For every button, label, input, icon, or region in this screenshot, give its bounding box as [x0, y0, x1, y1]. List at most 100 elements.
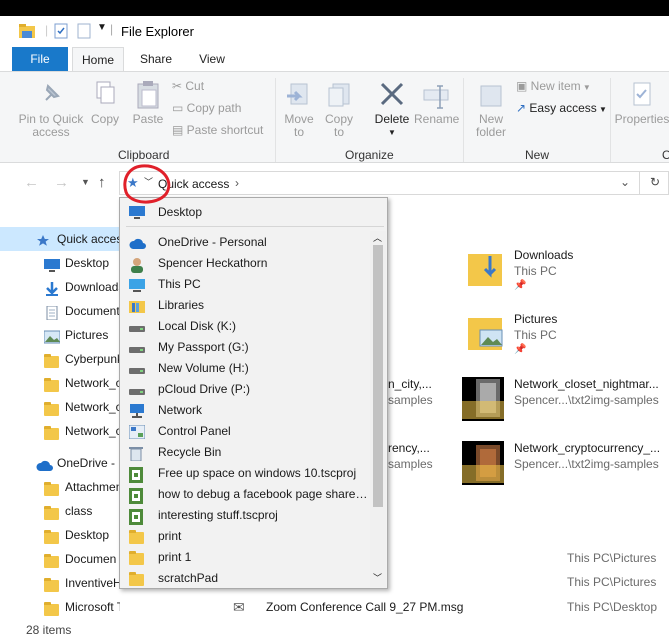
recent-file-row[interactable]: ✉ Zoom Conference Call 9_27 PM.msg This …: [233, 599, 663, 619]
nav-item[interactable]: Network_c: [0, 395, 120, 419]
up-arrow-icon[interactable]: ↑: [98, 174, 106, 191]
dropdown-item[interactable]: print 1: [120, 547, 368, 568]
address-bar[interactable]: ★ ﹀ Quick access › ⌄: [119, 171, 640, 195]
nav-item-label: Documen: [65, 552, 117, 566]
rename-icon: [423, 85, 449, 109]
qat-dropdown-icon[interactable]: ▼: [97, 22, 107, 33]
cloud-icon: [36, 456, 54, 475]
rename-label: Rename: [414, 112, 460, 126]
nav-item[interactable]: class: [0, 499, 120, 523]
forward-arrow-icon[interactable]: →: [54, 174, 69, 191]
dropdown-item[interactable]: how to debug a facebook page share....: [120, 484, 368, 505]
dropdown-item[interactable]: Free up space on windows 10.tscproj: [120, 463, 368, 484]
dropdown-item[interactable]: Recycle Bin: [120, 442, 368, 463]
nav-item-label: OneDrive - I: [57, 456, 120, 470]
dropdown-item[interactable]: OneDrive - Personal: [120, 232, 368, 253]
copy-path-button[interactable]: ▭ Copy path: [172, 102, 272, 115]
dropdown-item[interactable]: Network: [120, 400, 368, 421]
dropdown-item-label: interesting stuff.tscproj: [158, 508, 278, 522]
paste-button[interactable]: Paste: [128, 80, 168, 126]
nav-item[interactable]: Documen: [0, 547, 120, 571]
dropdown-item[interactable]: Control Panel: [120, 421, 368, 442]
nav-item[interactable]: OneDrive - I: [0, 451, 120, 475]
cut-button[interactable]: ✂ Cut: [172, 80, 272, 93]
tile-name: Network_cryptocurrency_...: [514, 441, 661, 455]
recent-locations-chevron-icon[interactable]: ▼: [81, 177, 90, 187]
dropdown-item-label: how to debug a facebook page share....: [158, 487, 368, 501]
nav-item[interactable]: Network_c: [0, 371, 120, 395]
library-icon: [129, 299, 145, 313]
properties-qat-icon[interactable]: [54, 23, 68, 39]
delete-button[interactable]: Delete ▼: [372, 80, 412, 139]
pc-icon: [129, 278, 145, 292]
nav-item[interactable]: Documents: [0, 299, 120, 323]
new-item-button[interactable]: ▣ New item ▼: [516, 80, 616, 94]
drive-icon: [129, 383, 145, 396]
dropdown-item[interactable]: Spencer Heckathorn: [120, 253, 368, 274]
separator-icon: |: [45, 23, 49, 37]
dropdown-item-label: Control Panel: [158, 424, 231, 438]
nav-item[interactable]: Network_c: [0, 419, 120, 443]
move-to-label: Move to: [284, 112, 314, 139]
nav-item[interactable]: Cyberpunk: [0, 347, 120, 371]
nav-item[interactable]: Desktop: [0, 523, 120, 547]
dropdown-item[interactable]: scratchPad: [120, 568, 368, 589]
scroll-up-icon[interactable]: ︿: [373, 231, 382, 244]
dropdown-item[interactable]: Local Disk (K:): [120, 316, 368, 337]
dropdown-item-label: scratchPad: [158, 571, 219, 585]
dropdown-item[interactable]: My Passport (G:): [120, 337, 368, 358]
easy-access-button[interactable]: ↗ Easy access ▼: [516, 102, 616, 116]
delete-dropdown-icon[interactable]: ▼: [372, 126, 412, 139]
rename-button[interactable]: Rename: [414, 80, 460, 126]
breadcrumb-chevron-icon[interactable]: ›: [235, 176, 239, 190]
dropdown-item[interactable]: This PC: [120, 274, 368, 295]
dropdown-item[interactable]: New Volume (H:): [120, 358, 368, 379]
folder-icon: [44, 480, 59, 499]
new-folder-button[interactable]: New folder: [472, 80, 510, 139]
folder-icon: [44, 400, 59, 419]
tab-view[interactable]: View: [186, 47, 238, 71]
nav-item-label: Desktop: [65, 256, 110, 270]
tab-file[interactable]: File: [12, 47, 68, 71]
paste-shortcut-button[interactable]: ▤ Paste shortcut: [172, 124, 272, 137]
move-to-button[interactable]: Move to: [282, 80, 316, 139]
dropdown-item[interactable]: interesting stuff.tscproj: [120, 505, 368, 526]
copy-path-icon: ▭: [172, 101, 187, 115]
dropdown-item[interactable]: Libraries: [120, 295, 368, 316]
nav-item[interactable]: Microsoft Teams Chat: [0, 595, 120, 619]
nav-item[interactable]: InventiveH: [0, 571, 120, 595]
user-icon: [129, 257, 145, 273]
tile-location: Spencer...\txt2img-samples: [514, 457, 659, 471]
copy-to-icon: [328, 83, 350, 107]
tab-share[interactable]: Share: [130, 47, 182, 71]
nav-item[interactable]: Quick access: [0, 227, 120, 251]
scrollbar-thumb[interactable]: [373, 245, 383, 507]
nav-item-label: class: [65, 504, 93, 518]
nav-item[interactable]: Pictures: [0, 323, 120, 347]
nav-item[interactable]: Downloads: [0, 275, 120, 299]
refresh-button[interactable]: ↻: [640, 171, 669, 195]
properties-button[interactable]: Properties: [614, 80, 669, 126]
pin-to-quick-access-button[interactable]: Pin to Quick access: [16, 80, 86, 139]
scroll-down-icon[interactable]: ﹀: [373, 571, 382, 584]
tile-location: This PC: [514, 264, 557, 278]
dropdown-scrollbar[interactable]: ︿ ﹀: [370, 231, 386, 587]
address-history-chevron-icon[interactable]: ⌄: [620, 175, 630, 189]
open-group-label: O: [662, 148, 669, 162]
new-folder-qat-icon[interactable]: [77, 23, 91, 39]
copy-to-button[interactable]: Copy to: [322, 80, 356, 139]
copy-icon: [96, 81, 115, 104]
tab-home[interactable]: Home: [72, 47, 124, 71]
copy-button[interactable]: Copy: [88, 80, 122, 126]
back-arrow-icon[interactable]: ←: [24, 174, 39, 191]
tile-name: Downloads: [514, 248, 574, 262]
nav-item[interactable]: Attachmen: [0, 475, 120, 499]
pin-icon: [45, 84, 60, 101]
dropdown-item-label: print: [158, 529, 182, 543]
ribbon-tabs: File Home Share View: [0, 47, 669, 71]
dropdown-item[interactable]: print: [120, 526, 368, 547]
window-title: File Explorer: [121, 24, 194, 39]
new-item-label: New item: [530, 79, 581, 93]
dropdown-item[interactable]: pCloud Drive (P:): [120, 379, 368, 400]
nav-item[interactable]: Desktop: [0, 251, 120, 275]
